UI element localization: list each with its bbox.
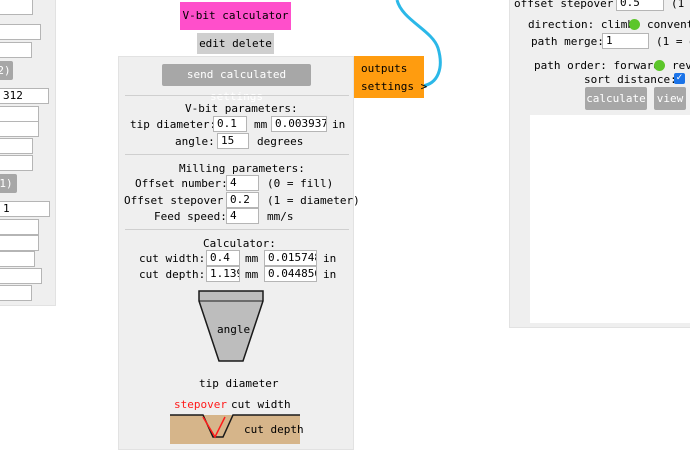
sort-distance-label: sort distance:	[584, 73, 677, 86]
offset-stepover-label-partial: offset stepover:	[514, 0, 620, 10]
direction-alt-label: convent	[647, 18, 690, 31]
diagram-cut-width-label: cut width	[231, 398, 291, 411]
toolpath-preview-area[interactable]	[530, 115, 690, 323]
outputs-settings-port[interactable]: settings >	[361, 80, 427, 93]
right-module-panel: offset stepover: 0.5 (1 direction: climb…	[509, 0, 690, 328]
view-button[interactable]: view	[654, 87, 686, 110]
tip-mm-unit: mm	[254, 118, 268, 131]
feed-speed-unit: mm/s	[267, 210, 294, 223]
path-merge-hint: (1 = d	[656, 35, 690, 48]
cut-width-in-input[interactable]: 0.015748	[264, 250, 317, 266]
tip-in-unit: in	[332, 118, 346, 131]
path-merge-label: path merge:	[531, 35, 604, 48]
cut-width-label: cut width:	[139, 252, 206, 265]
angle-label: angle:	[175, 135, 215, 148]
path-order-label: path order: forward	[534, 59, 660, 72]
feed-speed-label: Feed speed:	[154, 210, 227, 223]
tip-diameter-label: tip diameter:	[130, 118, 217, 131]
angle-input[interactable]: 15	[217, 133, 249, 149]
vbit-panel: send calculated settings V-bit parameter…	[118, 56, 360, 450]
cut-depth-mm-input[interactable]: 1.139	[206, 266, 240, 282]
divider	[125, 95, 349, 96]
direction-toggle[interactable]	[629, 19, 640, 30]
cut-depth-label: cut depth:	[139, 268, 206, 281]
milling-parameters-header: Milling parameters:	[179, 162, 305, 175]
calculate-button[interactable]: calculate	[585, 87, 647, 110]
tip-diameter-in-input[interactable]: 0.003937	[271, 116, 327, 132]
calculator-header: Calculator:	[203, 237, 276, 250]
cut-width-mm-unit: mm	[245, 252, 259, 265]
feed-speed-input[interactable]: 4	[226, 208, 259, 224]
cut-depth-in-input[interactable]: 0.044856	[264, 266, 317, 282]
offset-number-label: Offset number:	[135, 177, 228, 190]
cut-width-mm-input[interactable]: 0.4	[206, 250, 240, 266]
outputs-title: outputs	[361, 62, 408, 75]
offset-stepover-label: Offset stepover:	[124, 194, 230, 207]
outputs-box: outputs settings >	[354, 56, 427, 98]
cut-depth-in-unit: in	[323, 268, 337, 281]
sort-distance-checkbox[interactable]: ✓	[674, 73, 685, 84]
offset-number-hint: (0 = fill)	[267, 177, 334, 190]
tip-diameter-mm-input[interactable]: 0.1	[213, 116, 247, 132]
send-calculated-settings-button[interactable]: send calculated settings	[162, 64, 311, 103]
offset-number-input[interactable]: 4	[226, 175, 259, 191]
vbit-title-bar[interactable]: V-bit calculator	[180, 2, 291, 30]
diagram-stepover-label: stepover	[174, 398, 227, 411]
path-merge-input[interactable]: 1	[602, 33, 649, 49]
offset-stepover-hint: (1 = diameter)	[267, 194, 360, 207]
vbit-parameters-header: V-bit parameters:	[185, 102, 298, 115]
degrees-unit: degrees	[257, 135, 304, 148]
edit-delete-button[interactable]: edit delete	[197, 33, 274, 54]
path-order-alt-label: rev	[672, 59, 690, 72]
diagram-cut-depth-label: cut depth	[244, 423, 304, 436]
path-order-toggle[interactable]	[654, 60, 665, 71]
diagram-tip-diameter-label: tip diameter	[199, 377, 279, 390]
offset-stepover-input-partial[interactable]: 0.5	[616, 0, 664, 11]
divider	[125, 229, 349, 230]
offset-stepover-input[interactable]: 0.2	[226, 192, 259, 208]
divider	[125, 154, 349, 155]
offset-stepover-hint-partial: (1	[671, 0, 685, 10]
diagram-angle-label: angle	[217, 323, 251, 336]
cut-depth-mm-unit: mm	[245, 268, 259, 281]
cut-width-in-unit: in	[323, 252, 337, 265]
direction-label: direction: climb	[528, 18, 634, 31]
